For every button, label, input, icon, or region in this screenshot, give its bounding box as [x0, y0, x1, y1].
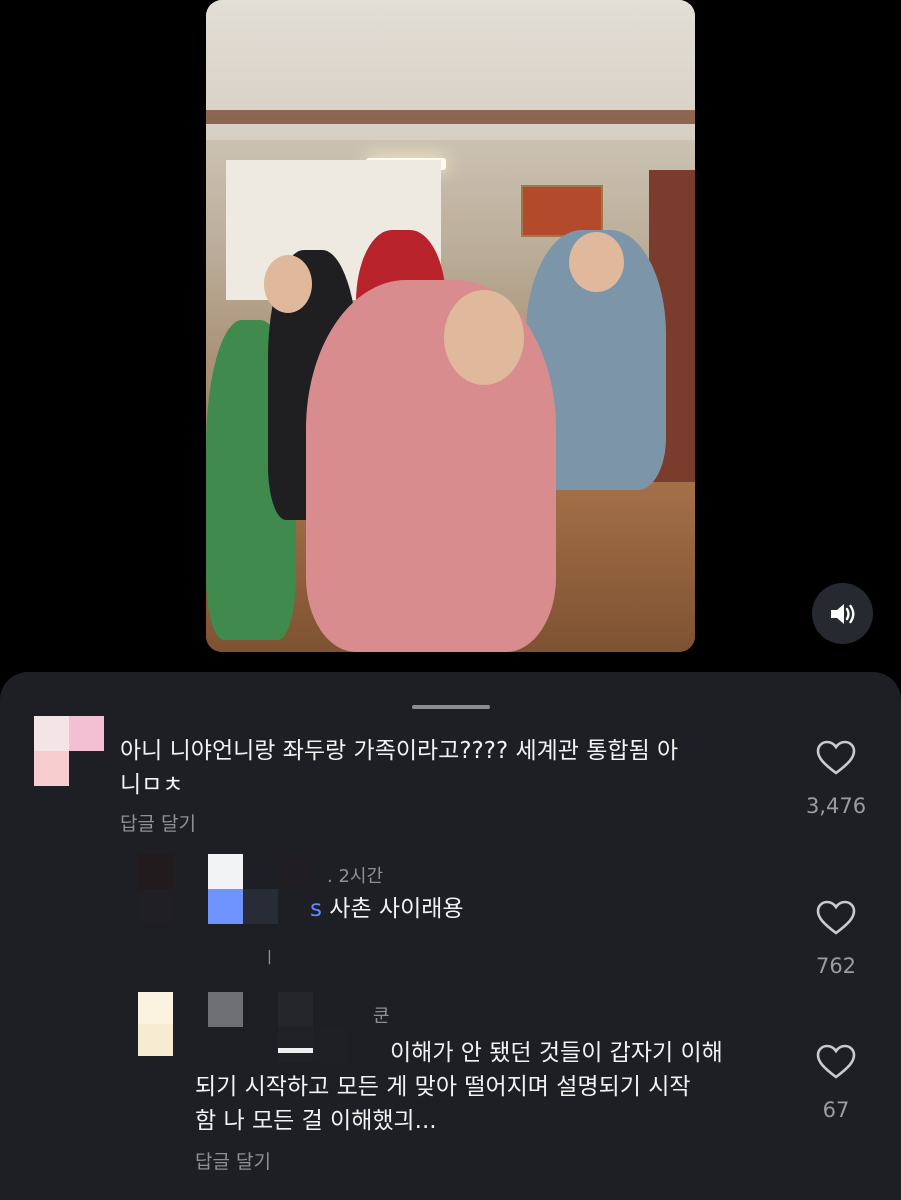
- comment-time: 쿤: [373, 1006, 390, 1027]
- comment-text: s 사촌 사이래용: [310, 896, 464, 922]
- like-count: 762: [815, 954, 857, 978]
- stray-mark: ㅣ: [262, 948, 277, 967]
- reply-button[interactable]: 답글 달기: [120, 809, 196, 836]
- like-count: 3,476: [805, 794, 867, 818]
- avatar[interactable]: [34, 716, 104, 786]
- comment-time: . 2시간: [327, 866, 384, 887]
- heart-icon: [816, 900, 856, 935]
- sheet-grabber[interactable]: [412, 705, 490, 709]
- dancer-head: [444, 290, 524, 385]
- comments-sheet[interactable]: 아니 니야언니랑 좌두랑 가족이라고???? 세계관 통합됨 아 니ㅁㅊ 답글 …: [0, 672, 901, 1200]
- mute-button[interactable]: [812, 583, 873, 644]
- comment-text: 이해가 안 됐던 것들이 갑자기 이해 되기 시작하고 모든 게 맞아 떨어지며…: [195, 1040, 723, 1134]
- avatar[interactable]: [138, 854, 208, 924]
- heart-icon: [816, 740, 856, 775]
- comment-text: 아니 니야언니랑 좌두랑 가족이라고???? 세계관 통합됨 아 니ㅁㅊ: [120, 738, 679, 798]
- avatar[interactable]: [138, 992, 173, 1056]
- heart-icon: [816, 1044, 856, 1079]
- dancer-head: [569, 232, 624, 292]
- video-player[interactable]: [206, 0, 695, 652]
- speaker-icon: [830, 603, 854, 624]
- reply-button[interactable]: 답글 달기: [195, 1147, 271, 1174]
- video-beam: [206, 110, 695, 124]
- dancer-head: [264, 255, 312, 313]
- like-button[interactable]: [816, 740, 856, 780]
- like-count: 67: [822, 1098, 850, 1122]
- like-button[interactable]: [816, 900, 856, 940]
- like-button[interactable]: [816, 1044, 856, 1084]
